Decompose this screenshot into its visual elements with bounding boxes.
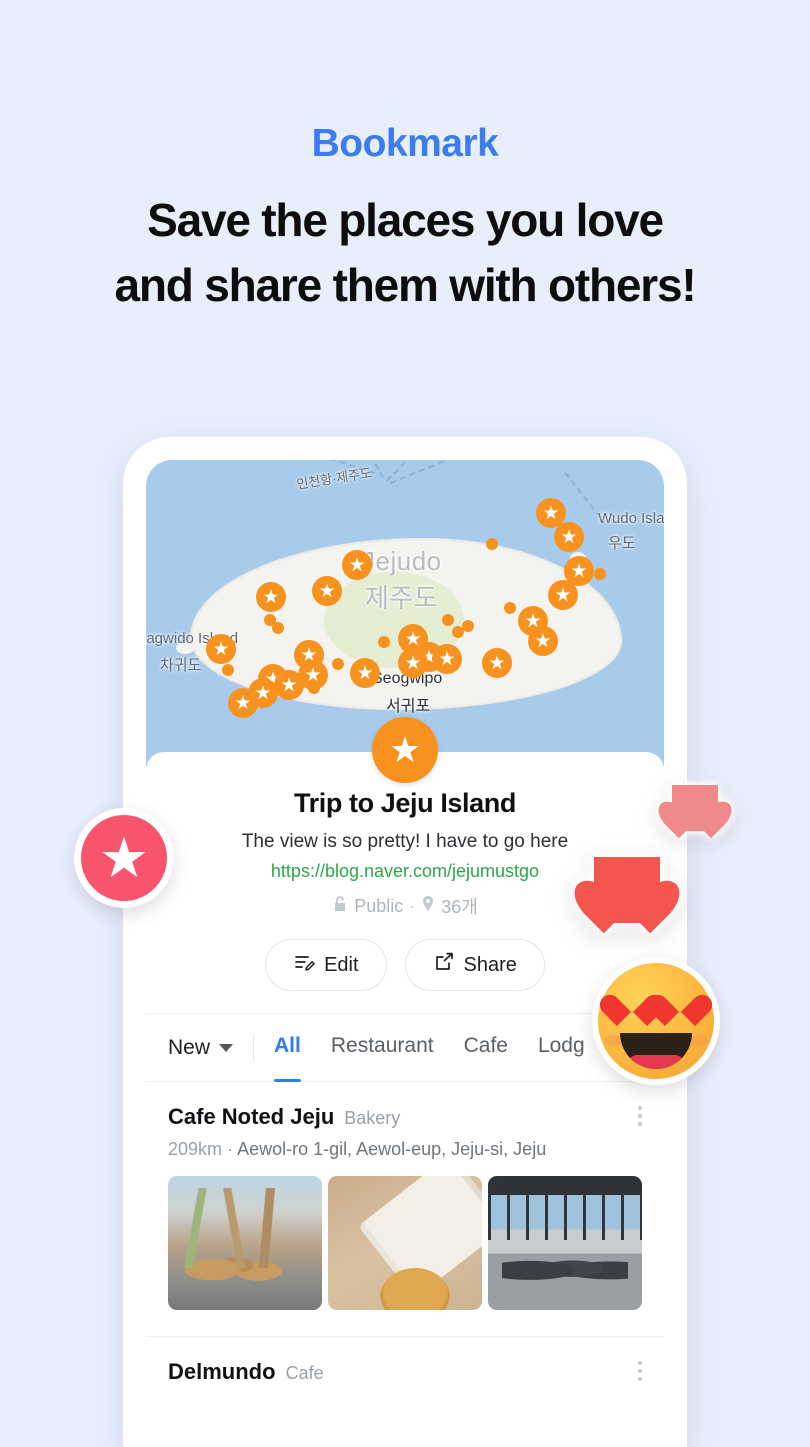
- map-pin-star[interactable]: ★: [312, 576, 342, 606]
- category-tabs: All Restaurant Cafe Lodg: [274, 1034, 585, 1082]
- star-icon: ★: [98, 826, 150, 889]
- place-name: Cafe Noted Jeju: [168, 1104, 335, 1129]
- map-pin-star[interactable]: ★: [256, 582, 286, 612]
- map-pin-star[interactable]: ★: [432, 644, 462, 674]
- map-pin-star[interactable]: ★: [554, 522, 584, 552]
- bookmark-place-count: 36개: [441, 897, 478, 917]
- promo-eyebrow: Bookmark: [311, 122, 499, 165]
- kebab-menu-icon[interactable]: [638, 1361, 642, 1381]
- map-pin-star[interactable]: ★: [398, 648, 428, 678]
- place-category: Cafe: [285, 1363, 324, 1383]
- bookmark-title: Trip to Jeju Island: [294, 788, 516, 818]
- map-label-seogwipo-ko: 서귀포: [386, 698, 431, 715]
- map-pin-dot[interactable]: [272, 622, 284, 634]
- share-button-label: Share: [463, 953, 517, 976]
- map-pin-star[interactable]: ★: [528, 626, 558, 656]
- heart-eyes-emoji-sticker: [592, 957, 720, 1085]
- map-label-jejudo-ko: 제주도: [365, 583, 439, 613]
- map-pin-icon: [421, 895, 435, 918]
- place-photo[interactable]: [168, 1176, 322, 1310]
- place-list: Cafe Noted Jeju Bakery 209km · Aewol-ro …: [146, 1081, 664, 1385]
- phone-screen: 인천항·제주도 Jejudo 제주도 Wudo Isla 우도 hagwido …: [146, 460, 664, 1447]
- tab-lodging[interactable]: Lodg: [538, 1034, 585, 1062]
- map-pin-dot[interactable]: [378, 636, 390, 648]
- map-pin-star[interactable]: ★: [548, 580, 578, 610]
- heart-eye-icon: [614, 989, 650, 1021]
- place-photo[interactable]: [328, 1176, 482, 1310]
- place-name: Delmundo: [168, 1359, 276, 1384]
- place-category: Bakery: [344, 1108, 401, 1128]
- map-label-wudo-en: Wudo Isla: [598, 510, 664, 527]
- map-pin-dot[interactable]: [222, 664, 234, 676]
- map-pin-dot[interactable]: [504, 602, 516, 614]
- place-address-line: 209km · Aewol-ro 1-gil, Aewol-eup, Jeju-…: [168, 1139, 642, 1160]
- phone-mockup: 인천항·제주도 Jejudo 제주도 Wudo Isla 우도 hagwido …: [123, 437, 687, 1447]
- chevron-down-icon: [219, 1043, 234, 1052]
- bookmark-link[interactable]: https://blog.naver.com/jejumustgo: [146, 861, 664, 882]
- tab-all[interactable]: All: [274, 1034, 301, 1082]
- place-photo[interactable]: [488, 1176, 642, 1310]
- map-pin-dot[interactable]: [486, 538, 498, 550]
- place-header: Delmundo Cafe: [168, 1359, 642, 1385]
- bookmark-actions: Edit Share: [146, 939, 664, 1013]
- promo-headline-line-2: and share them with others!: [114, 259, 696, 312]
- promo-header: Bookmark Save the places you love and sh…: [0, 0, 810, 319]
- map-pin-dot[interactable]: [332, 658, 344, 670]
- heart-icon: [672, 785, 718, 831]
- filter-tabbar: New All Restaurant Cafe Lodg: [146, 1013, 664, 1082]
- place-header: Cafe Noted Jeju Bakery: [168, 1104, 642, 1130]
- star-icon: ★: [372, 717, 438, 783]
- kebab-menu-icon[interactable]: [638, 1106, 642, 1126]
- tab-restaurant[interactable]: Restaurant: [331, 1034, 434, 1062]
- share-button[interactable]: Share: [404, 939, 545, 991]
- star-badge-sticker: ★: [74, 808, 174, 908]
- bookmark-description: The view is so pretty! I have to go here: [241, 831, 569, 852]
- promo-headline-line-1: Save the places you love: [147, 194, 664, 246]
- edit-icon: [293, 951, 315, 979]
- large-heart-sticker: [594, 857, 660, 923]
- map-pin-dot[interactable]: [462, 620, 474, 632]
- meta-separator: ·: [409, 895, 416, 916]
- bookmark-visibility: Public: [354, 895, 404, 916]
- unlock-icon: [332, 895, 348, 918]
- place-address: Aewol-ro 1-gil, Aewol-eup, Jeju-si, Jeju: [237, 1139, 547, 1159]
- sort-dropdown-label: New: [168, 1035, 211, 1059]
- promo-headline: Save the places you love and share them …: [0, 188, 810, 319]
- list-item[interactable]: Delmundo Cafe: [146, 1336, 664, 1385]
- edit-button-label: Edit: [324, 953, 359, 976]
- place-distance: 209km: [168, 1139, 223, 1159]
- ferry-route-line: [390, 460, 512, 484]
- share-icon: [433, 951, 455, 979]
- map-pin-star[interactable]: ★: [350, 658, 380, 688]
- map-label-ferry-route: 인천항·제주도: [295, 465, 373, 492]
- list-item[interactable]: Cafe Noted Jeju Bakery 209km · Aewol-ro …: [146, 1082, 664, 1314]
- map-label-wudo-ko: 우도: [608, 535, 636, 552]
- map-pin-star[interactable]: ★: [206, 634, 236, 664]
- sort-dropdown[interactable]: New: [168, 1035, 234, 1060]
- edit-button[interactable]: Edit: [265, 939, 387, 991]
- small-heart-sticker: [672, 785, 718, 831]
- map-label-chagwido-ko: 차귀도: [160, 657, 202, 674]
- heart-eye-icon: [662, 989, 698, 1021]
- tab-cafe[interactable]: Cafe: [464, 1034, 508, 1062]
- map-pin-star[interactable]: ★: [342, 550, 372, 580]
- tabbar-divider: [253, 1034, 255, 1061]
- map-pin-star[interactable]: ★: [482, 648, 512, 678]
- map-label-jejudo-en: Jejudo: [362, 546, 442, 576]
- emoji-mouth: [620, 1033, 692, 1069]
- place-photo-strip: [168, 1176, 642, 1314]
- map-pin-dot[interactable]: [442, 614, 454, 626]
- map-pin-dot[interactable]: [308, 682, 320, 694]
- heart-icon: [594, 857, 660, 923]
- map-pin-dot[interactable]: [594, 568, 606, 580]
- place-address-separator: ·: [227, 1139, 234, 1159]
- map-pin-star[interactable]: ★: [228, 688, 258, 718]
